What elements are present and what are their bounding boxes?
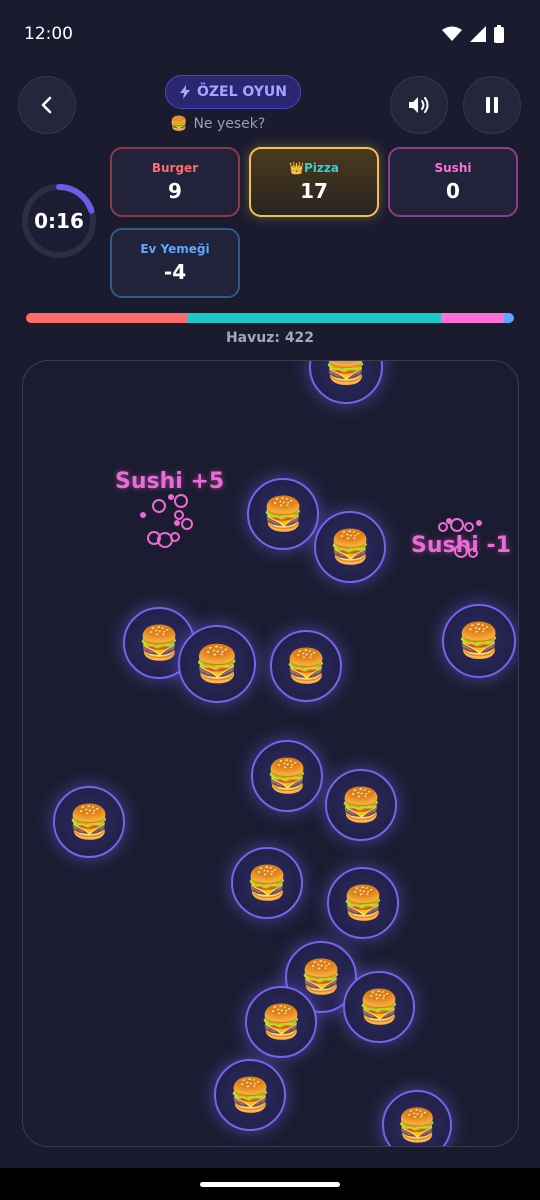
burger-ball[interactable]: 🍔 — [314, 511, 386, 583]
progress-segment — [187, 313, 441, 323]
burger-ball[interactable]: 🍔 — [214, 1059, 286, 1131]
score-label: Burger — [151, 161, 199, 175]
burger-ball[interactable]: 🍔 — [270, 630, 342, 702]
score-value: -4 — [163, 260, 187, 284]
status-icons — [442, 25, 504, 43]
burger-icon: 🍔 — [68, 802, 110, 841]
crown-icon: 👑 — [289, 161, 304, 175]
signal-icon — [470, 26, 486, 42]
burger-ball[interactable]: 🍔 — [309, 360, 383, 404]
burger-icon: 🍔 — [340, 785, 382, 824]
burger-icon: 🍔 — [300, 957, 342, 996]
score-label: Ev Yemeği — [140, 242, 210, 256]
score-value: 9 — [168, 179, 182, 203]
score-card-burger: Burger 9 — [110, 147, 240, 217]
score-progress-bar — [26, 313, 514, 323]
burger-icon: 🍔 — [229, 1075, 271, 1114]
pool-count: Havuz: 422 — [225, 330, 315, 346]
score-card-ev-yemegi: Ev Yemeği -4 — [110, 228, 240, 298]
timer: 0:16 — [20, 182, 98, 260]
burger-icon: 🍔 — [194, 644, 240, 685]
lightning-icon — [179, 85, 190, 99]
burger-ball[interactable]: 🍔 — [178, 625, 256, 703]
burger-icon: 🍔 — [170, 116, 188, 132]
mode-label: ÖZEL OYUN — [196, 84, 288, 100]
wifi-icon — [442, 26, 462, 41]
sound-button[interactable] — [390, 76, 448, 134]
burger-ball[interactable]: 🍔 — [325, 769, 397, 841]
home-indicator[interactable] — [200, 1181, 340, 1187]
burger-icon: 🍔 — [457, 621, 501, 661]
navigation-bar — [0, 1168, 540, 1200]
score-label: Sushi — [434, 161, 472, 175]
burger-icon: 🍔 — [246, 863, 288, 902]
pause-icon — [486, 97, 498, 113]
score-card-pizza: 👑Pizza 17 — [249, 147, 379, 217]
progress-segment — [504, 313, 514, 323]
mode-badge: ÖZEL OYUN — [165, 75, 301, 109]
back-button[interactable] — [18, 76, 76, 134]
burger-ball[interactable]: 🍔 — [442, 604, 516, 678]
burger-icon: 🍔 — [324, 360, 368, 387]
score-card-sushi: Sushi 0 — [388, 147, 518, 217]
pause-button[interactable] — [463, 76, 521, 134]
chevron-left-icon — [41, 96, 52, 114]
volume-icon — [409, 97, 429, 113]
burger-ball[interactable]: 🍔 — [343, 971, 415, 1043]
burger-icon: 🍔 — [329, 527, 371, 566]
game-arena[interactable]: Sushi +5 Sushi -1 🍔 🍔 🍔 🍔 🍔 🍔 🍔 🍔 🍔 🍔 🍔 🍔 🍔 🍔 🍔 🍔 🍔 — [22, 360, 519, 1147]
battery-icon — [494, 25, 504, 43]
burger-icon: 🍔 — [358, 987, 400, 1026]
status-bar: 12:00 — [0, 0, 540, 68]
bubble-burst — [438, 518, 482, 558]
burger-icon: 🍔 — [260, 1002, 302, 1041]
burger-icon: 🍔 — [266, 756, 308, 795]
score-label: 👑Pizza — [289, 161, 339, 175]
burger-icon: 🍔 — [138, 623, 180, 662]
score-value: 17 — [300, 179, 328, 203]
timer-text: 0:16 — [34, 209, 84, 233]
score-value: 0 — [446, 179, 460, 203]
subtitle-text: Ne yesek? — [193, 116, 266, 132]
burger-ball[interactable]: 🍔 — [251, 740, 323, 812]
burger-icon: 🍔 — [285, 646, 327, 685]
burger-icon: 🍔 — [342, 883, 384, 922]
burger-ball[interactable]: 🍔 — [382, 1090, 452, 1146]
status-time: 12:00 — [24, 24, 73, 44]
bubble-burst — [140, 494, 193, 548]
burger-icon: 🍔 — [262, 494, 304, 533]
burger-ball[interactable]: 🍔 — [247, 478, 319, 550]
burger-ball[interactable]: 🍔 — [327, 867, 399, 939]
burger-ball[interactable]: 🍔 — [53, 786, 125, 858]
subtitle: 🍔 Ne yesek? — [170, 114, 300, 134]
score-label-text: Pizza — [303, 161, 339, 175]
progress-segment — [26, 313, 188, 323]
burger-ball[interactable]: 🍔 — [245, 986, 317, 1058]
progress-segment — [440, 313, 505, 323]
burger-icon: 🍔 — [397, 1106, 437, 1144]
burger-ball[interactable]: 🍔 — [231, 847, 303, 919]
